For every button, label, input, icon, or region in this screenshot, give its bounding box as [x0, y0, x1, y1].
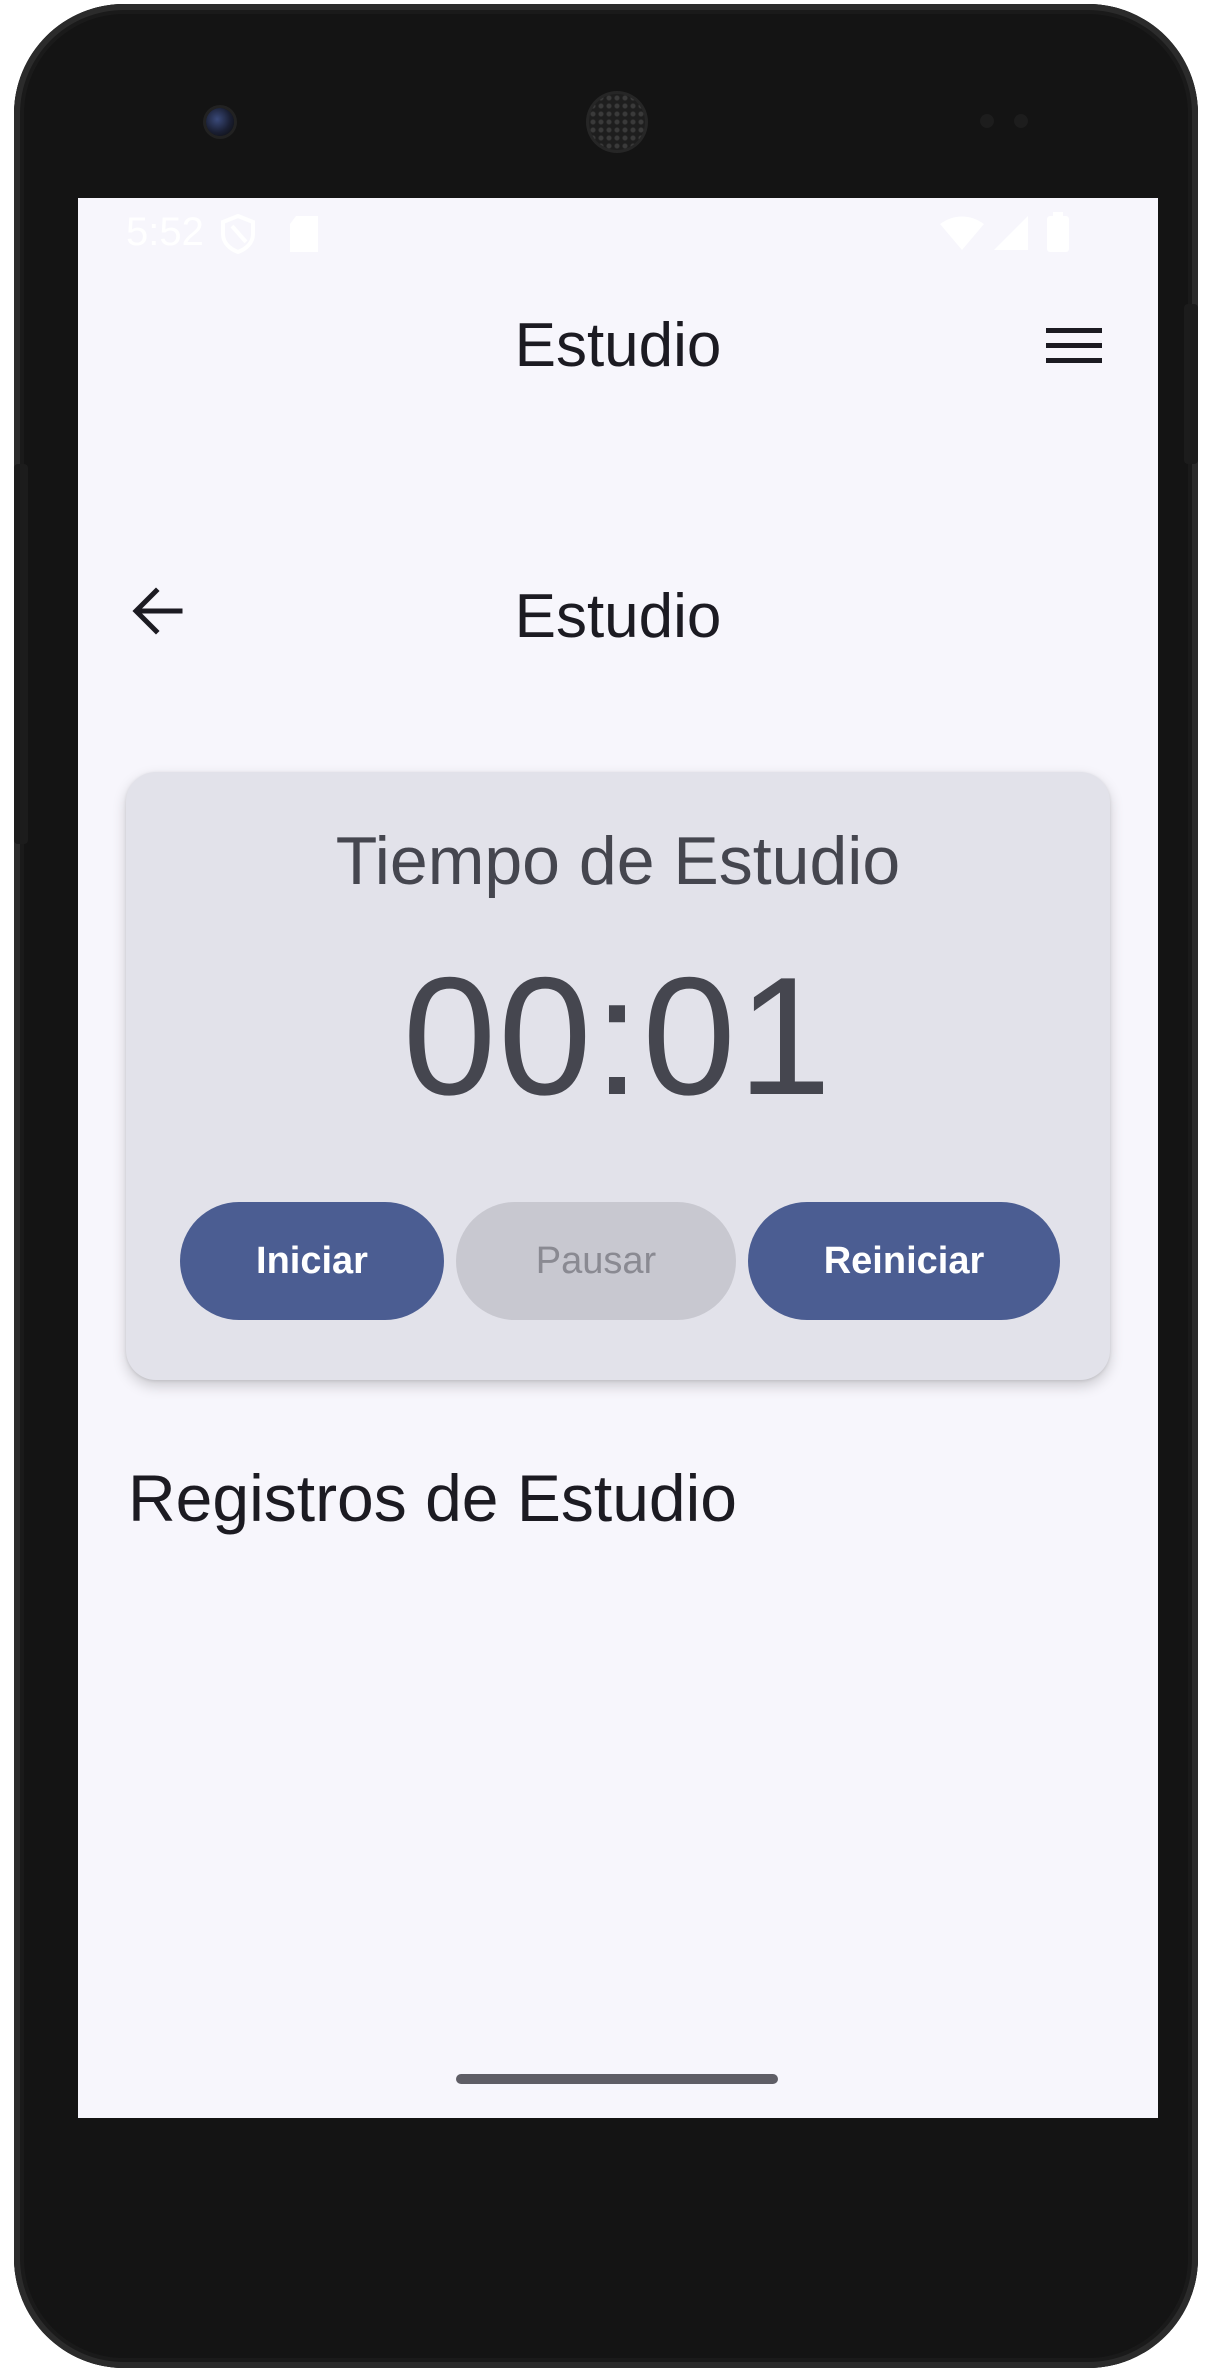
pause-button[interactable]: Pausar: [456, 1202, 736, 1320]
shield-icon: [220, 213, 256, 259]
menu-button[interactable]: [1038, 310, 1110, 382]
signal-icon: [990, 214, 1030, 257]
screen-header: Estudio: [78, 533, 1158, 683]
battery-icon: [1046, 212, 1070, 257]
front-camera: [206, 108, 234, 136]
status-bar: 5:52: [78, 198, 1158, 270]
power-button: [1184, 304, 1198, 464]
earpiece-speaker: [589, 94, 645, 150]
phone-frame: 5:52 Estudio Estudio Tiempo de Estudio 0…: [14, 4, 1198, 2368]
reset-button[interactable]: Reiniciar: [748, 1202, 1060, 1320]
screen: 5:52 Estudio Estudio Tiempo de Estudio 0…: [78, 198, 1158, 2118]
home-indicator[interactable]: [456, 2074, 778, 2084]
top-app-bar: Estudio: [78, 270, 1158, 420]
timer-card: Tiempo de Estudio 00:01 Iniciar Pausar R…: [126, 772, 1110, 1380]
status-time: 5:52: [126, 210, 204, 254]
app-bar-title: Estudio: [514, 311, 722, 380]
screen-title: Estudio: [514, 582, 722, 651]
records-title: Registros de Estudio: [128, 1461, 737, 1535]
timer-value: 00:01: [402, 942, 834, 1130]
wifi-icon: [938, 216, 986, 257]
sd-card-icon: [288, 214, 320, 259]
volume-button: [14, 464, 28, 844]
start-button[interactable]: Iniciar: [180, 1202, 444, 1320]
menu-icon: [1046, 328, 1102, 363]
proximity-sensor: [980, 114, 994, 128]
light-sensor: [1014, 114, 1028, 128]
timer-label: Tiempo de Estudio: [335, 823, 901, 899]
